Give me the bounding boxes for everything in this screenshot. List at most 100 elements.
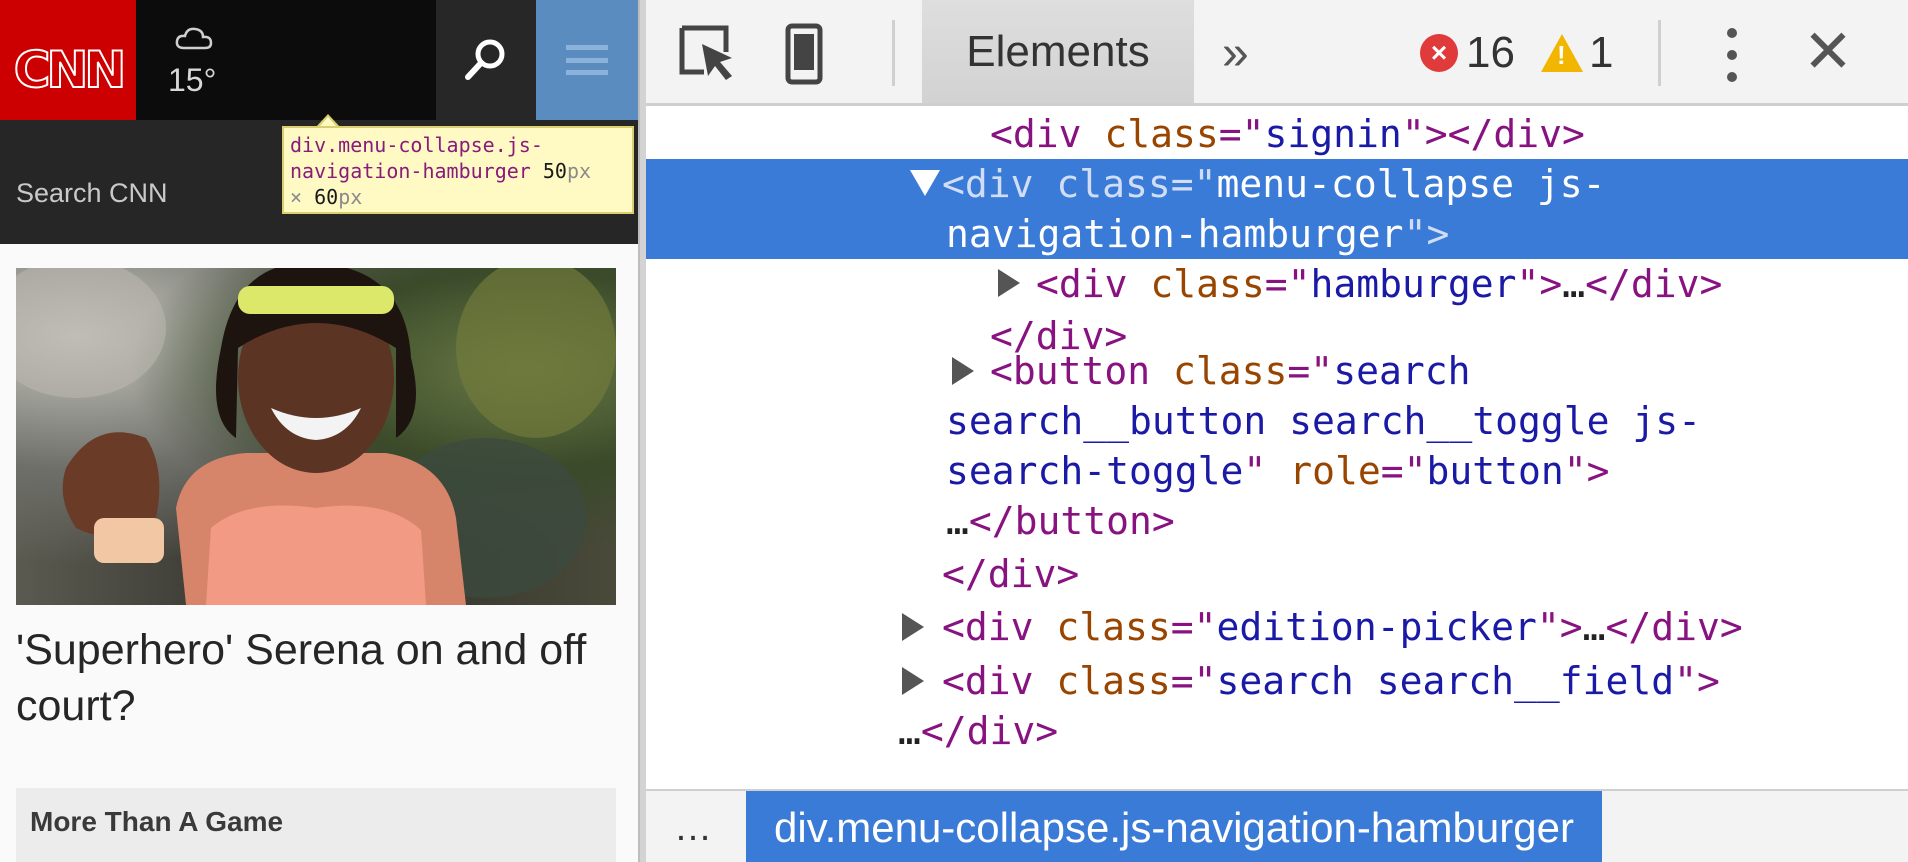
logo-text: CNN [13, 40, 127, 100]
token-open: <div [942, 605, 1057, 649]
weather-temperature: 15° [168, 62, 217, 98]
tooltip-height: 60 [314, 185, 339, 209]
device-mode-icon[interactable] [772, 22, 836, 86]
dom-node-signin[interactable]: <div class="signin"></div> [990, 109, 1585, 159]
inspect-element-icon[interactable] [676, 22, 740, 86]
dom-node-search-button-cont2[interactable]: search-toggle" role="button"> [946, 446, 1610, 496]
dom-node-search-button[interactable]: <button class="search [990, 346, 1470, 396]
token-eq: =" [1218, 112, 1265, 156]
section-header[interactable]: More Than A Game [16, 788, 616, 862]
dom-node-menu-collapse-cont[interactable]: navigation-hamburger"> [946, 209, 1449, 259]
token-eq: =" [1170, 659, 1217, 703]
toolbar-separator [1658, 20, 1661, 86]
token-close: </div> [920, 709, 1059, 753]
article-headline[interactable]: 'Superhero' Serena on and off court? [16, 622, 616, 734]
console-issue-counter[interactable]: × 16 ! 1 [1420, 28, 1613, 78]
token-open: <div [1036, 262, 1151, 306]
token-eq: =" [1287, 349, 1334, 393]
dom-tree: <div class="signin"></div> <div class="m… [646, 109, 1908, 789]
hamburger-menu-button[interactable] [536, 0, 638, 120]
breadcrumb-selected-item[interactable]: div.menu-collapse.js-navigation-hamburge… [746, 791, 1602, 862]
token-val: search [1333, 349, 1471, 393]
toolbar-separator [892, 20, 895, 86]
panel-divider[interactable] [638, 0, 646, 862]
token-close: "> [1403, 212, 1450, 256]
mobile-page: CNN 15° Search CNN div.menu-collapse.js-… [0, 0, 638, 862]
token-attr: role [1289, 449, 1381, 493]
token-eq: =" [1170, 605, 1217, 649]
element-inspector-tooltip: div.menu-collapse.js-navigation-hamburge… [282, 126, 634, 214]
breadcrumb-overflow[interactable]: … [674, 807, 712, 850]
token-ellipsis: … [1562, 262, 1586, 306]
collapsed-triangle-icon[interactable] [998, 269, 1020, 297]
tab-elements[interactable]: Elements [922, 0, 1194, 103]
dom-node-search-button-cont[interactable]: search__button search__toggle js- [946, 396, 1701, 446]
token-val: hamburger [1310, 262, 1517, 306]
token-eq: =" [1170, 162, 1217, 206]
hamburger-icon [566, 45, 608, 75]
warning-icon: ! [1540, 34, 1583, 72]
token-val: search-toggle [946, 449, 1244, 493]
search-placeholder[interactable]: Search CNN [16, 178, 168, 209]
section-label: More Than A Game [30, 806, 284, 837]
token-attr: class [1104, 112, 1219, 156]
tooltip-selector: div.menu-collapse.js-navigation-hamburge… [290, 133, 543, 183]
tooltip-height-unit: px [338, 185, 363, 209]
token-close: "> [1563, 449, 1610, 493]
token-val: navigation-hamburger [946, 212, 1404, 256]
token-attr: class [1150, 262, 1265, 306]
dom-node-menu-collapse[interactable]: <div class="menu-collapse js- [942, 159, 1605, 209]
token-attr: class [1056, 162, 1171, 206]
collapsed-triangle-icon[interactable] [902, 667, 924, 695]
weather-widget[interactable]: 15° [150, 22, 230, 102]
hero-image[interactable] [16, 268, 616, 605]
error-icon: × [1420, 34, 1458, 72]
token-close: "> [1674, 659, 1720, 703]
dom-node-search-button-end[interactable]: …</button> [946, 496, 1175, 546]
dom-node-close-div[interactable]: </div> [942, 549, 1079, 599]
devtools-panel: Elements » × 16 ! 1 ✕ <div class="signin… [646, 0, 1908, 862]
token-quote: " [1243, 449, 1290, 493]
hero-photo-illustration [16, 268, 616, 605]
more-tabs-button[interactable]: » [1222, 26, 1249, 81]
token-attr: class [1056, 605, 1171, 649]
token-val: edition-picker [1216, 605, 1537, 649]
error-count: 16 [1466, 28, 1515, 77]
token-open: <div [942, 659, 1057, 703]
dom-node-hamburger[interactable]: <div class="hamburger">…</div> [1036, 259, 1722, 309]
tooltip-width-unit: px [566, 159, 592, 183]
devtools-toolbar: Elements » × 16 ! 1 ✕ [646, 0, 1908, 106]
dom-node-search-field[interactable]: <div class="search search__field"> [942, 656, 1720, 706]
dom-node-edition-picker[interactable]: <div class="edition-picker">…</div> [942, 602, 1743, 652]
warning-count: 1 [1588, 28, 1614, 77]
token-close: </button> [968, 499, 1175, 543]
token-mid: "> [1536, 605, 1583, 649]
collapsed-triangle-icon[interactable] [902, 613, 924, 641]
token-val: search search__field [1216, 659, 1675, 703]
token-val: menu-collapse js- [1216, 162, 1606, 206]
token-attr: class [1173, 349, 1288, 393]
token-close: "></div> [1401, 112, 1585, 156]
breadcrumb: … div.menu-collapse.js-navigation-hambur… [646, 789, 1908, 862]
dom-node-search-field-end[interactable]: …</div> [898, 706, 1058, 756]
search-icon [465, 39, 505, 80]
collapsed-triangle-icon[interactable] [952, 357, 974, 385]
close-icon[interactable]: ✕ [1798, 20, 1858, 84]
kebab-menu-icon[interactable] [1726, 28, 1738, 82]
token-ellipsis: … [898, 709, 921, 753]
cnn-logo[interactable]: CNN [0, 0, 136, 140]
token-eq: =" [1380, 449, 1427, 493]
cloud-icon [175, 27, 213, 50]
expanded-triangle-icon[interactable] [910, 170, 940, 196]
token-ellipsis: … [1582, 605, 1606, 649]
token-close: </div> [1585, 262, 1723, 306]
token-val2: button [1426, 449, 1564, 493]
search-button[interactable] [436, 0, 536, 120]
token-attr: class [1056, 659, 1171, 703]
token-mid: "> [1516, 262, 1563, 306]
token-eq: =" [1264, 262, 1311, 306]
token-val: signin [1264, 112, 1402, 156]
tooltip-width: 50 [542, 159, 567, 183]
token-val: search__button search__toggle js- [946, 399, 1701, 443]
token-close: </div> [942, 552, 1080, 596]
